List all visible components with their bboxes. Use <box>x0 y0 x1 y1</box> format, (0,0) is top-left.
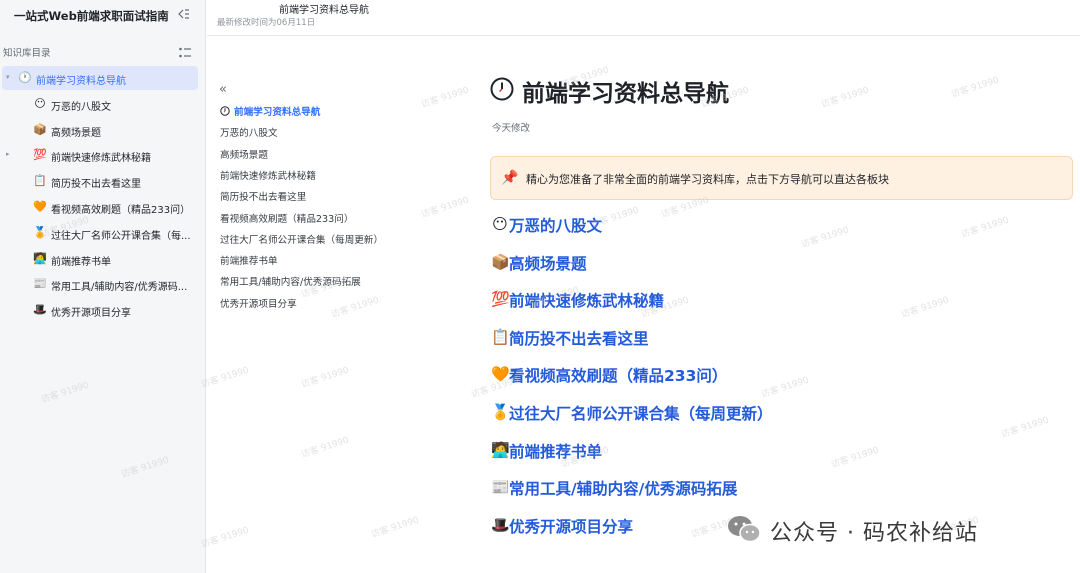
section-link-label: 常用工具/辅助内容/优秀源码拓展 <box>509 480 738 499</box>
page-title-text: 前端学习资料总导航 <box>522 81 729 107</box>
brand-text: 公众号 · 码农补给站 <box>770 521 978 546</box>
sidebar-item[interactable]: 🏅 过往大厂名师公开课合集（每... <box>0 221 206 245</box>
outline-item[interactable]: 高频场景题 <box>220 147 268 161</box>
item-icon: 🕐 <box>18 71 32 84</box>
sidebar-item[interactable]: 📋 简历投不出去看这里 <box>0 169 206 193</box>
outline-item[interactable]: 万恶的八股文 <box>220 125 278 139</box>
sidebar-item-label: 高频场景题 <box>51 127 101 139</box>
outline-item[interactable]: 简历投不出去看这里 <box>220 189 306 203</box>
collapse-sidebar-icon[interactable] <box>174 6 190 22</box>
outline-item[interactable]: 看视频高效刷题（精品233问） <box>220 211 353 225</box>
section-link-label: 简历投不出去看这里 <box>509 329 649 348</box>
section-icon: 🎩 <box>491 515 510 534</box>
sidebar-item[interactable]: 📰 常用工具/辅助内容/优秀源码... <box>0 272 206 296</box>
item-icon: 💯 <box>33 148 47 162</box>
outline-item-label: 高频场景题 <box>220 149 268 161</box>
sidebar-item-label: 过往大厂名师公开课合集（每... <box>51 230 191 242</box>
section-link-label: 优秀开源项目分享 <box>509 517 634 536</box>
item-icon: 🏅 <box>33 225 47 239</box>
item-icon: 😶 <box>34 96 46 110</box>
item-icon: 📦 <box>33 122 47 136</box>
item-icon: 🎩 <box>33 303 47 317</box>
wechat-icon <box>728 516 761 543</box>
outline-item-label: 优秀开源项目分享 <box>220 298 297 310</box>
sidebar-item[interactable]: 🧑‍💻 前端推荐书单 <box>0 247 206 271</box>
clock-icon <box>490 77 514 101</box>
list-view-icon[interactable] <box>178 46 192 60</box>
outline-item-label: 前端快速修炼武林秘籍 <box>220 170 316 182</box>
section-link-label: 看视频高效刷题（精品233问） <box>509 367 728 386</box>
section-icon: 💯 <box>491 290 510 309</box>
section-label: 知识库目录 <box>3 48 51 59</box>
callout-box: 📌 精心为您准备了非常全面的前端学习资料库，点击下方导航可以直达各板块 <box>490 156 1073 200</box>
sidebar-item[interactable]: 📦 高频场景题 <box>0 118 206 142</box>
sidebar-item-label: 看视频高效刷题（精品233问） <box>51 205 191 216</box>
section-link-label: 高频场景题 <box>509 254 587 273</box>
sidebar-item-label: 优秀开源项目分享 <box>51 308 131 320</box>
section-link-label: 前端快速修炼武林秘籍 <box>509 292 665 311</box>
section-icon: 🧑‍💻 <box>491 440 510 459</box>
callout-text: 精心为您准备了非常全面的前端学习资料库，点击下方导航可以直达各板块 <box>526 173 889 186</box>
section-icon: 📦 <box>491 252 510 271</box>
section-link-label: 过往大厂名师公开课合集（每周更新） <box>509 405 773 423</box>
sidebar-item-label: 简历投不出去看这里 <box>51 179 141 191</box>
doc-header-title: 前端学习资料总导航 <box>279 5 369 16</box>
sidebar-item-label: 前端推荐书单 <box>51 256 111 268</box>
modified-text: 今天修改 <box>492 123 531 134</box>
knowledge-base-title: 一站式Web前端求职面试指南 <box>14 9 169 23</box>
doc-header: 前端学习资料总导航 最新修改时间为06月11日 <box>207 0 1080 36</box>
outline-item-label: 简历投不出去看这里 <box>220 192 307 204</box>
section-icon: 📰 <box>491 478 510 497</box>
sidebar-item[interactable]: 🎩 优秀开源项目分享 <box>0 298 206 322</box>
outline-item[interactable]: 前端推荐书单 <box>220 253 278 267</box>
outline-item[interactable]: 常用工具/辅助内容/优秀源码拓展 <box>220 274 361 288</box>
clock-icon <box>220 106 230 116</box>
outline-item-label: 万恶的八股文 <box>220 128 278 140</box>
sidebar-item[interactable]: 😶 万恶的八股文 <box>0 92 206 116</box>
section-icon: 🧡 <box>491 365 510 384</box>
outline-item[interactable]: 前端学习资料总导航 <box>220 104 320 118</box>
outline-item[interactable]: 过往大厂名师公开课合集（每周更新） <box>220 232 383 246</box>
outline-item-label: 前端学习资料总导航 <box>234 107 321 118</box>
item-icon: 📋 <box>33 174 47 188</box>
section-icon: 😶 <box>492 215 508 233</box>
section-icon: 🏅 <box>491 403 510 421</box>
sidebar-item-label: 万恶的八股文 <box>51 101 111 113</box>
sidebar-item[interactable]: 🧡 看视频高效刷题（精品233问） <box>0 195 206 219</box>
outline-item[interactable]: 优秀开源项目分享 <box>220 296 297 310</box>
outline-item-label: 看视频高效刷题（精品233问） <box>220 213 354 225</box>
sidebar-item[interactable]: ▾ 🕐 前端学习资料总导航 <box>0 66 206 90</box>
outline-item-label: 常用工具/辅助内容/优秀源码拓展 <box>220 277 361 289</box>
outline-item-label: 过往大厂名师公开课合集（每周更新） <box>220 234 384 246</box>
expand-arrow-icon[interactable]: ▸ <box>6 150 10 158</box>
outline-item-label: 前端推荐书单 <box>220 256 278 268</box>
item-icon: 🧑‍💻 <box>33 251 47 265</box>
section-icon: 📋 <box>491 327 510 346</box>
sidebar: 一站式Web前端求职面试指南 知识库目录 ▾ 🕐 前端学习资料总导航 😶 万恶的八股文 📦… <box>0 0 206 573</box>
sidebar-item-label: 常用工具/辅助内容/优秀源码... <box>51 282 188 294</box>
doc-outline: « 前端学习资料总导航万恶的八股文 高频场景题前端快速修炼武林秘籍 简历投不出去看这… <box>207 36 467 573</box>
doc-content: 前端学习资料总导航 今天修改 📌 精心为您准备了非常全面的前端学习资料库，点击下… <box>468 36 1080 573</box>
sidebar-header: 一站式Web前端求职面试指南 <box>0 0 206 32</box>
sidebar-section-header: 知识库目录 <box>0 44 206 62</box>
expand-arrow-icon[interactable]: ▾ <box>6 73 10 81</box>
last-modified-text: 最新修改时间为06月11日 <box>217 18 316 28</box>
section-link-label: 前端推荐书单 <box>509 442 603 461</box>
outline-item[interactable]: 前端快速修炼武林秘籍 <box>220 168 316 182</box>
sidebar-item-label: 前端学习资料总导航 <box>36 76 126 87</box>
section-link-label: 万恶的八股文 <box>509 217 603 235</box>
sidebar-item-label: 前端快速修炼武林秘籍 <box>51 153 151 165</box>
item-icon: 🧡 <box>33 200 47 213</box>
pushpin-icon: 📌 <box>501 170 519 186</box>
collapse-outline-icon[interactable]: « <box>219 82 227 97</box>
sidebar-item[interactable]: ▸ 💯 前端快速修炼武林秘籍 <box>0 143 206 167</box>
item-icon: 📰 <box>33 277 47 291</box>
